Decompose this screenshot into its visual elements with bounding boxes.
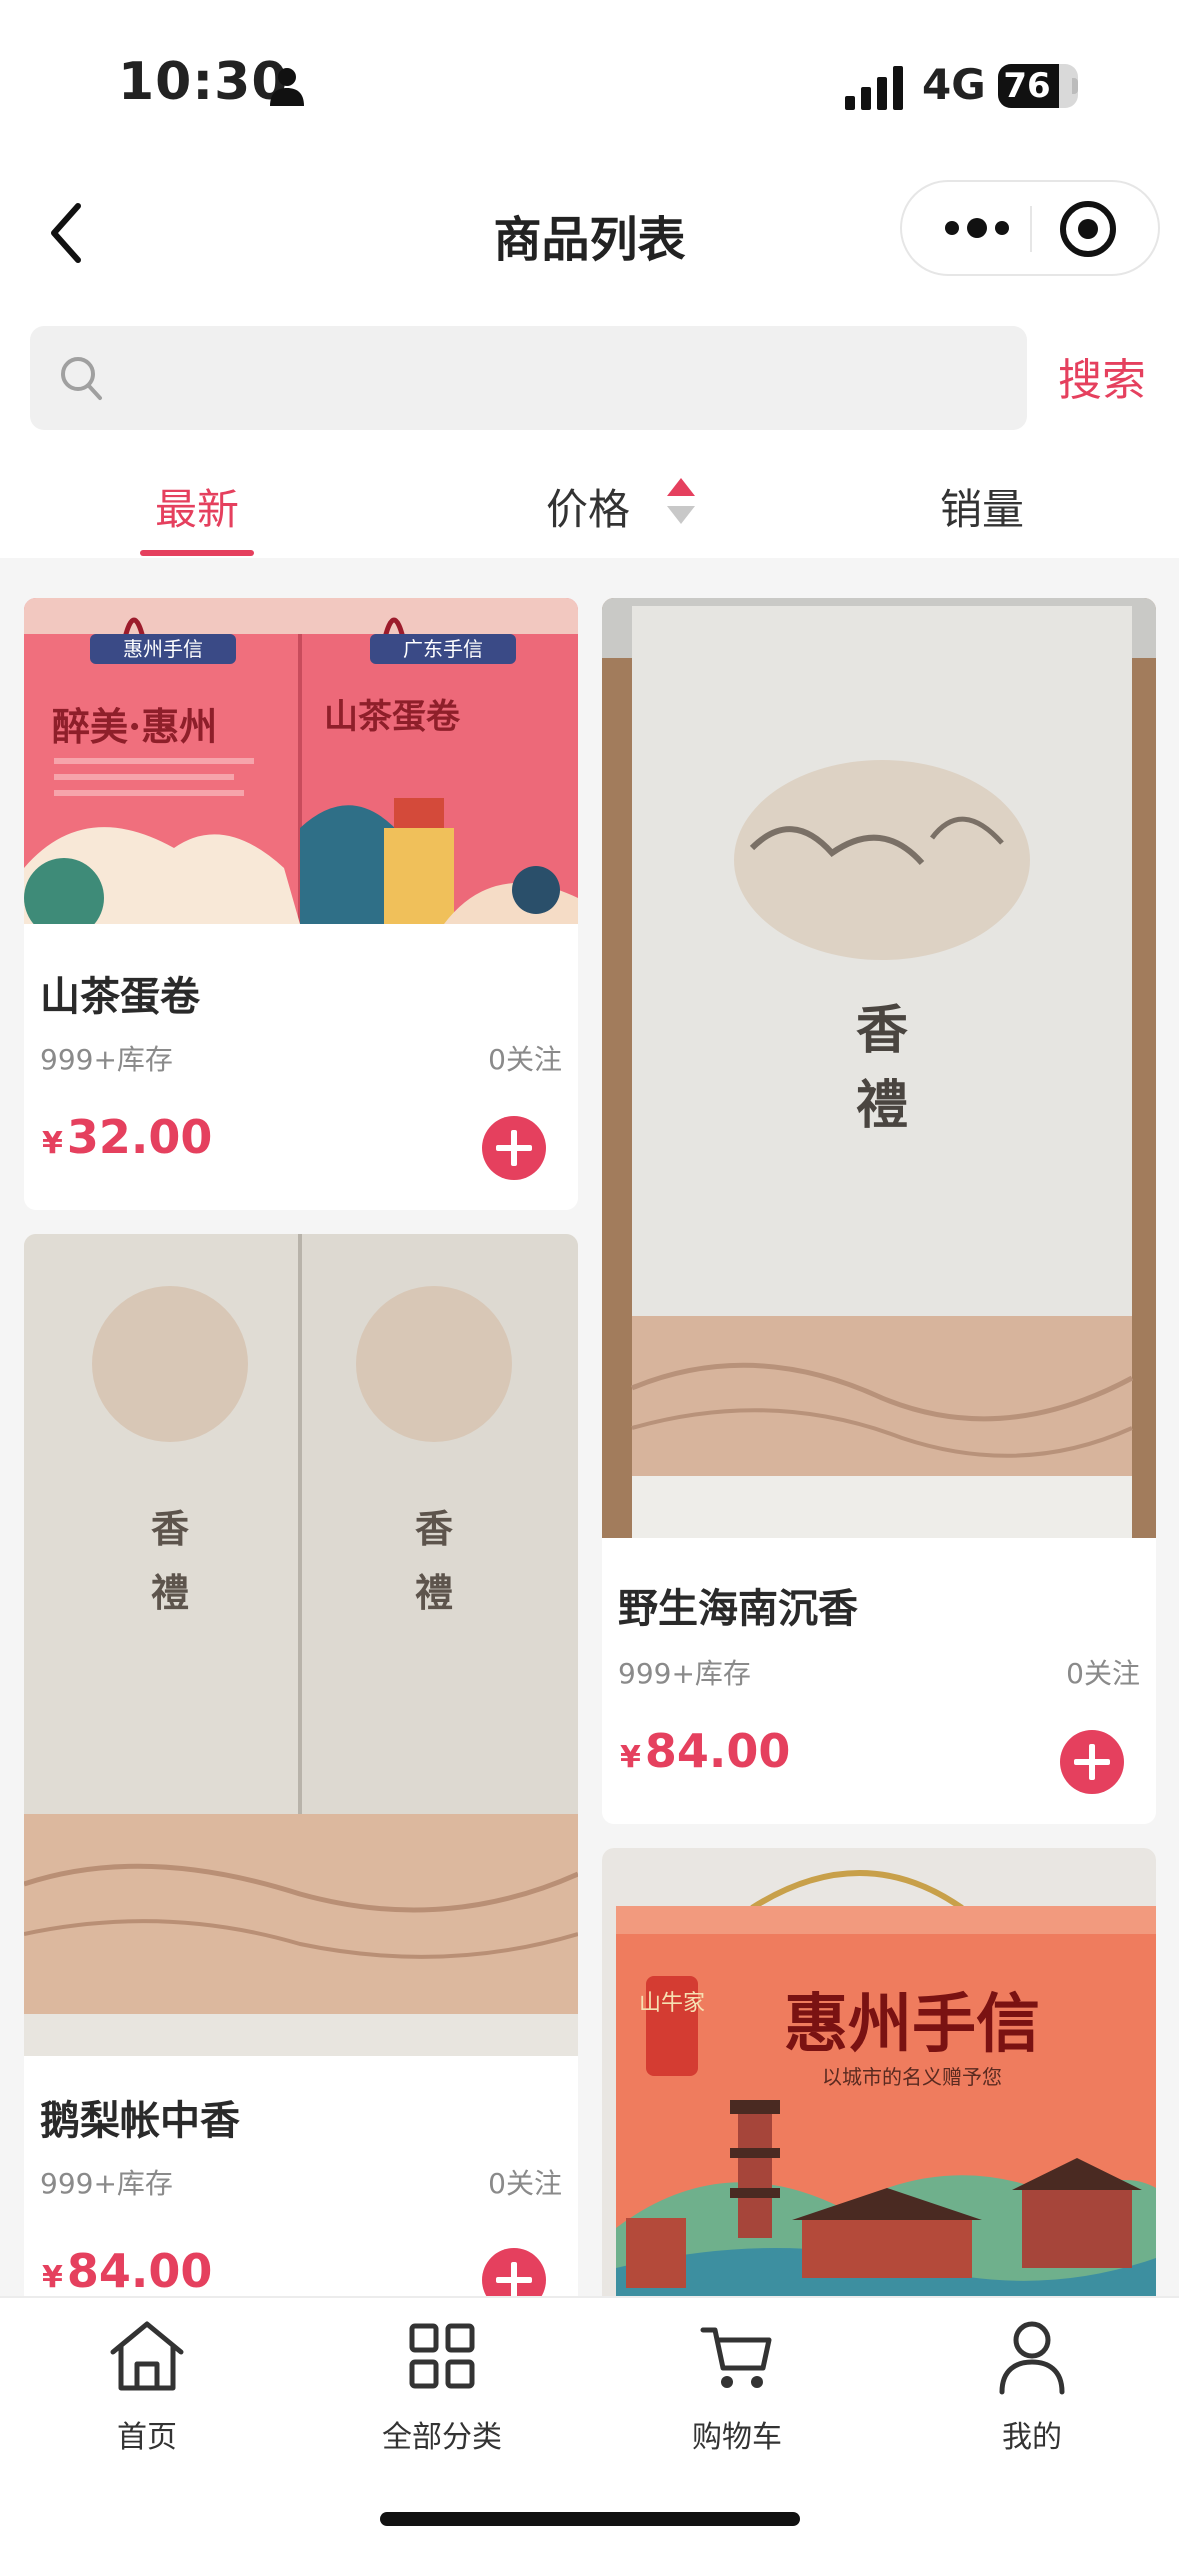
tab-home[interactable]: 首页 <box>47 2316 247 2456</box>
svg-text:禮: 禮 <box>151 1570 189 1615</box>
svg-text:惠州手信: 惠州手信 <box>123 637 203 661</box>
svg-text:山茶蛋卷: 山茶蛋卷 <box>324 697 461 737</box>
battery-tip <box>1072 78 1078 94</box>
tab-newest[interactable]: 最新 <box>155 476 239 537</box>
incense-pair-image: 香 禮 香 禮 <box>24 1234 578 2056</box>
product-card[interactable]: 山牛家 惠州手信 以城市的名义赠予您 <box>602 1848 1156 2308</box>
capsule-divider <box>1030 206 1032 252</box>
search-button[interactable]: 搜索 <box>1058 344 1146 408</box>
more-icon[interactable] <box>934 182 1020 274</box>
home-indicator <box>380 2512 800 2526</box>
tab-home-label: 首页 <box>117 2420 177 2455</box>
svg-text:广东手信: 广东手信 <box>403 637 483 661</box>
product-price: ¥32.00 <box>42 1110 213 1164</box>
sort-tabs: 最新 价格 销量 <box>0 452 1179 558</box>
add-to-cart-button[interactable] <box>482 1116 546 1180</box>
product-image: 惠州手信 广东手信 醉美·惠州 山茶蛋卷 <box>24 598 578 924</box>
tab-cart-label: 购物车 <box>692 2420 782 2455</box>
egg-roll-box-image: 惠州手信 广东手信 醉美·惠州 山茶蛋卷 <box>24 598 578 924</box>
tab-profile-label: 我的 <box>1002 2420 1062 2455</box>
product-price: ¥84.00 <box>620 1724 791 1778</box>
battery-level: 76 <box>1003 66 1051 106</box>
tab-price[interactable]: 价格 <box>546 476 630 537</box>
product-name: 野生海南沉香 <box>618 1586 858 1632</box>
svg-text:惠州手信: 惠州手信 <box>784 1987 1040 2062</box>
product-card[interactable]: 惠州手信 广东手信 醉美·惠州 山茶蛋卷 山茶蛋卷 999+库存 0关注 ¥32… <box>24 598 578 1210</box>
product-follow: 0关注 <box>488 2167 562 2200</box>
navigation-bar: 商品列表 <box>0 170 1179 308</box>
network-type: 4G <box>922 60 986 109</box>
grid-icon <box>409 2323 475 2389</box>
tab-categories[interactable]: 全部分类 <box>342 2316 542 2456</box>
active-tab-indicator <box>140 550 254 556</box>
signal-icon <box>845 66 903 110</box>
tab-sales[interactable]: 销量 <box>940 476 1024 537</box>
product-image: 香 禮 <box>602 598 1156 1538</box>
sort-up-icon <box>667 478 695 496</box>
product-stock: 999+库存 <box>40 1043 173 1076</box>
svg-text:山牛家: 山牛家 <box>639 1991 705 2016</box>
product-name: 鹅梨帐中香 <box>40 2098 240 2144</box>
huizhou-gift-box-image: 山牛家 惠州手信 以城市的名义赠予您 <box>602 1848 1156 2308</box>
product-stock: 999+库存 <box>618 1657 751 1690</box>
person-status-icon <box>270 68 304 106</box>
search-input[interactable] <box>120 346 1000 410</box>
product-follow: 0关注 <box>1066 1657 1140 1690</box>
tab-profile[interactable]: 我的 <box>932 2316 1132 2456</box>
svg-text:禮: 禮 <box>415 1570 453 1615</box>
home-icon <box>110 2321 184 2391</box>
svg-text:香: 香 <box>415 1506 453 1551</box>
battery-icon: 76 <box>998 64 1078 108</box>
search-box[interactable] <box>30 326 1027 430</box>
tab-cart[interactable]: 购物车 <box>637 2316 837 2456</box>
cart-icon <box>700 2327 772 2388</box>
search-icon <box>61 357 102 400</box>
product-image: 香 禮 香 禮 <box>24 1234 578 2056</box>
svg-text:香: 香 <box>151 1506 189 1551</box>
person-icon <box>999 2321 1065 2395</box>
search-bar: 搜索 <box>0 308 1179 452</box>
status-time: 10:30 <box>118 52 289 112</box>
product-stock: 999+库存 <box>40 2167 173 2200</box>
status-bar: 10:30 4G 76 <box>0 0 1179 170</box>
product-card[interactable]: 香 禮 香 禮 鹅梨帐中香 999+库存 0关注 ¥84.00 <box>24 1234 578 2334</box>
svg-text:禮: 禮 <box>856 1075 908 1136</box>
product-card[interactable]: 香 禮 野生海南沉香 999+库存 0关注 ¥84.00 <box>602 598 1156 1824</box>
svg-text:醉美·惠州: 醉美·惠州 <box>52 704 217 749</box>
svg-text:以城市的名义赠予您: 以城市的名义赠予您 <box>822 2065 1002 2089</box>
close-miniprogram-icon[interactable] <box>1057 198 1119 260</box>
tab-categories-label: 全部分类 <box>382 2420 502 2455</box>
product-follow: 0关注 <box>488 1043 562 1076</box>
product-price: ¥84.00 <box>42 2244 213 2298</box>
product-image: 山牛家 惠州手信 以城市的名义赠予您 <box>602 1848 1156 2308</box>
miniprogram-capsule <box>900 180 1160 276</box>
sort-down-icon <box>667 506 695 524</box>
incense-box-image: 香 禮 <box>602 598 1156 1538</box>
product-name: 山茶蛋卷 <box>40 974 200 1020</box>
svg-text:香: 香 <box>856 1000 908 1061</box>
add-to-cart-button[interactable] <box>1060 1730 1124 1794</box>
